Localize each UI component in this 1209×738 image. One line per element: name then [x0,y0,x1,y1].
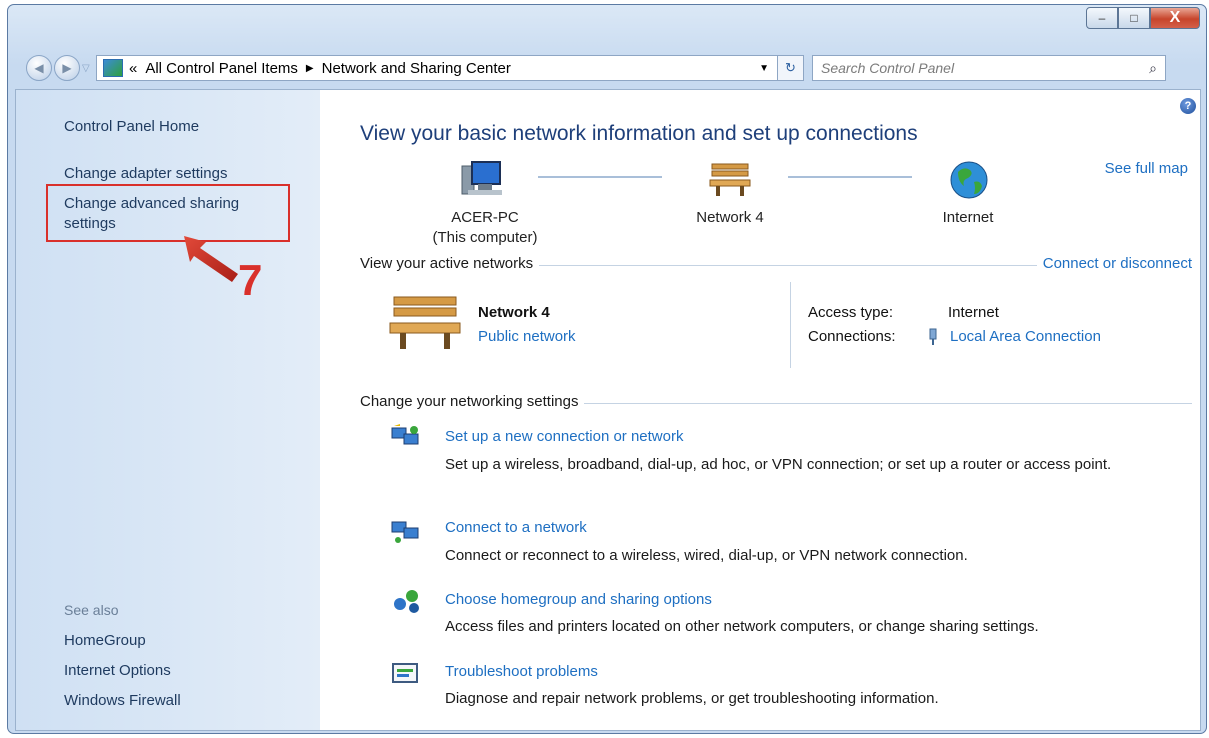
access-type-label: Access type: [808,304,894,321]
connect-to-network-desc: Connect or reconnect to a wireless, wire… [445,547,968,564]
caption-buttons: – □ X [1086,7,1200,29]
page-title: View your basic network information and … [360,122,918,145]
windows-firewall-link[interactable]: Windows Firewall [64,692,181,709]
forward-button[interactable]: ▶ [54,55,80,81]
map-node-internet[interactable]: Internet [918,208,1018,228]
explorer-window: – □ X ◀ ▶ ▽ « All Control Panel Items ▶ … [7,4,1207,734]
network-bench-icon [389,296,461,349]
address-bar-row: ◀ ▶ ▽ « All Control Panel Items ▶ Networ… [26,53,1198,83]
homegroup-sharing-desc: Access files and printers located on oth… [445,618,1039,635]
main-pane: ? View your basic network information an… [320,90,1200,730]
address-dropdown-icon[interactable]: ▼ [759,63,769,74]
search-input[interactable]: Search Control Panel ⌕ [812,55,1166,81]
red-arrow-icon [184,236,238,282]
active-networks-vdivider [790,282,791,368]
maximize-button[interactable]: □ [1118,7,1150,29]
globe-icon [950,161,988,199]
map-node-network[interactable]: Network 4 [670,208,790,228]
help-icon[interactable]: ? [1180,98,1196,114]
task-pane: Control Panel Home Change adapter settin… [16,90,320,730]
computer-subtitle: (This computer) [432,229,538,246]
refresh-icon: ↻ [785,60,796,75]
change-adapter-settings-link[interactable]: Change adapter settings [64,165,227,182]
setup-connection-desc: Set up a wireless, broadband, dial-up, a… [445,456,1112,473]
map-connector-2 [788,176,912,178]
step-number: 7 [238,256,263,305]
minimize-button[interactable]: – [1086,7,1118,29]
troubleshoot-icon [392,663,418,683]
search-icon[interactable]: ⌕ [1149,60,1157,77]
control-panel-home-link[interactable]: Control Panel Home [64,118,199,135]
connect-or-disconnect-link[interactable]: Connect or disconnect [1036,255,1192,272]
control-panel-icon [103,59,123,77]
content-area: Control Panel Home Change adapter settin… [15,89,1201,731]
computer-icon [461,161,502,195]
internet-options-link[interactable]: Internet Options [64,662,171,679]
local-area-connection-link[interactable]: Local Area Connection [950,328,1101,345]
network-type-link[interactable]: Public network [478,328,576,345]
settings-heading: Change your networking settings [360,393,585,410]
bench-icon [709,163,751,196]
connect-to-network-link[interactable]: Connect to a network [445,519,587,536]
map-connector-1 [538,176,662,178]
troubleshoot-desc: Diagnose and repair network problems, or… [445,690,939,707]
refresh-button[interactable]: ↻ [778,55,804,81]
access-type-value: Internet [948,304,999,321]
network-adapter-icon [929,328,937,345]
forward-arrow-icon: ▶ [62,61,72,75]
highlight-box [46,184,290,242]
computer-name: ACER-PC [451,209,519,226]
setup-connection-link[interactable]: Set up a new connection or network [445,428,683,445]
close-button[interactable]: X [1150,7,1200,29]
recent-pages-dropdown[interactable]: ▽ [82,63,92,74]
see-also-heading: See also [64,602,119,618]
back-button[interactable]: ◀ [26,55,52,81]
search-placeholder: Search Control Panel [821,60,955,76]
connections-label: Connections: [808,328,896,345]
see-full-map-link[interactable]: See full map [1105,160,1188,177]
new-connection-icon [391,424,419,445]
homegroup-icon [394,590,419,613]
homegroup-sharing-link[interactable]: Choose homegroup and sharing options [445,591,712,608]
breadcrumb-overflow[interactable]: « [129,60,137,77]
connect-network-icon [391,521,419,543]
breadcrumb-network-and-sharing-center[interactable]: Network and Sharing Center [322,60,511,77]
troubleshoot-link[interactable]: Troubleshoot problems [445,663,598,680]
active-network-name: Network 4 [478,304,550,321]
breadcrumb-all-control-panel-items[interactable]: All Control Panel Items [145,60,298,77]
homegroup-link[interactable]: HomeGroup [64,632,146,649]
back-arrow-icon: ◀ [34,61,44,75]
map-node-computer: ACER-PC (This computer) [415,208,555,248]
breadcrumb-separator-icon[interactable]: ▶ [306,63,314,74]
address-field[interactable]: « All Control Panel Items ▶ Network and … [96,55,778,81]
active-networks-heading: View your active networks [360,255,540,272]
